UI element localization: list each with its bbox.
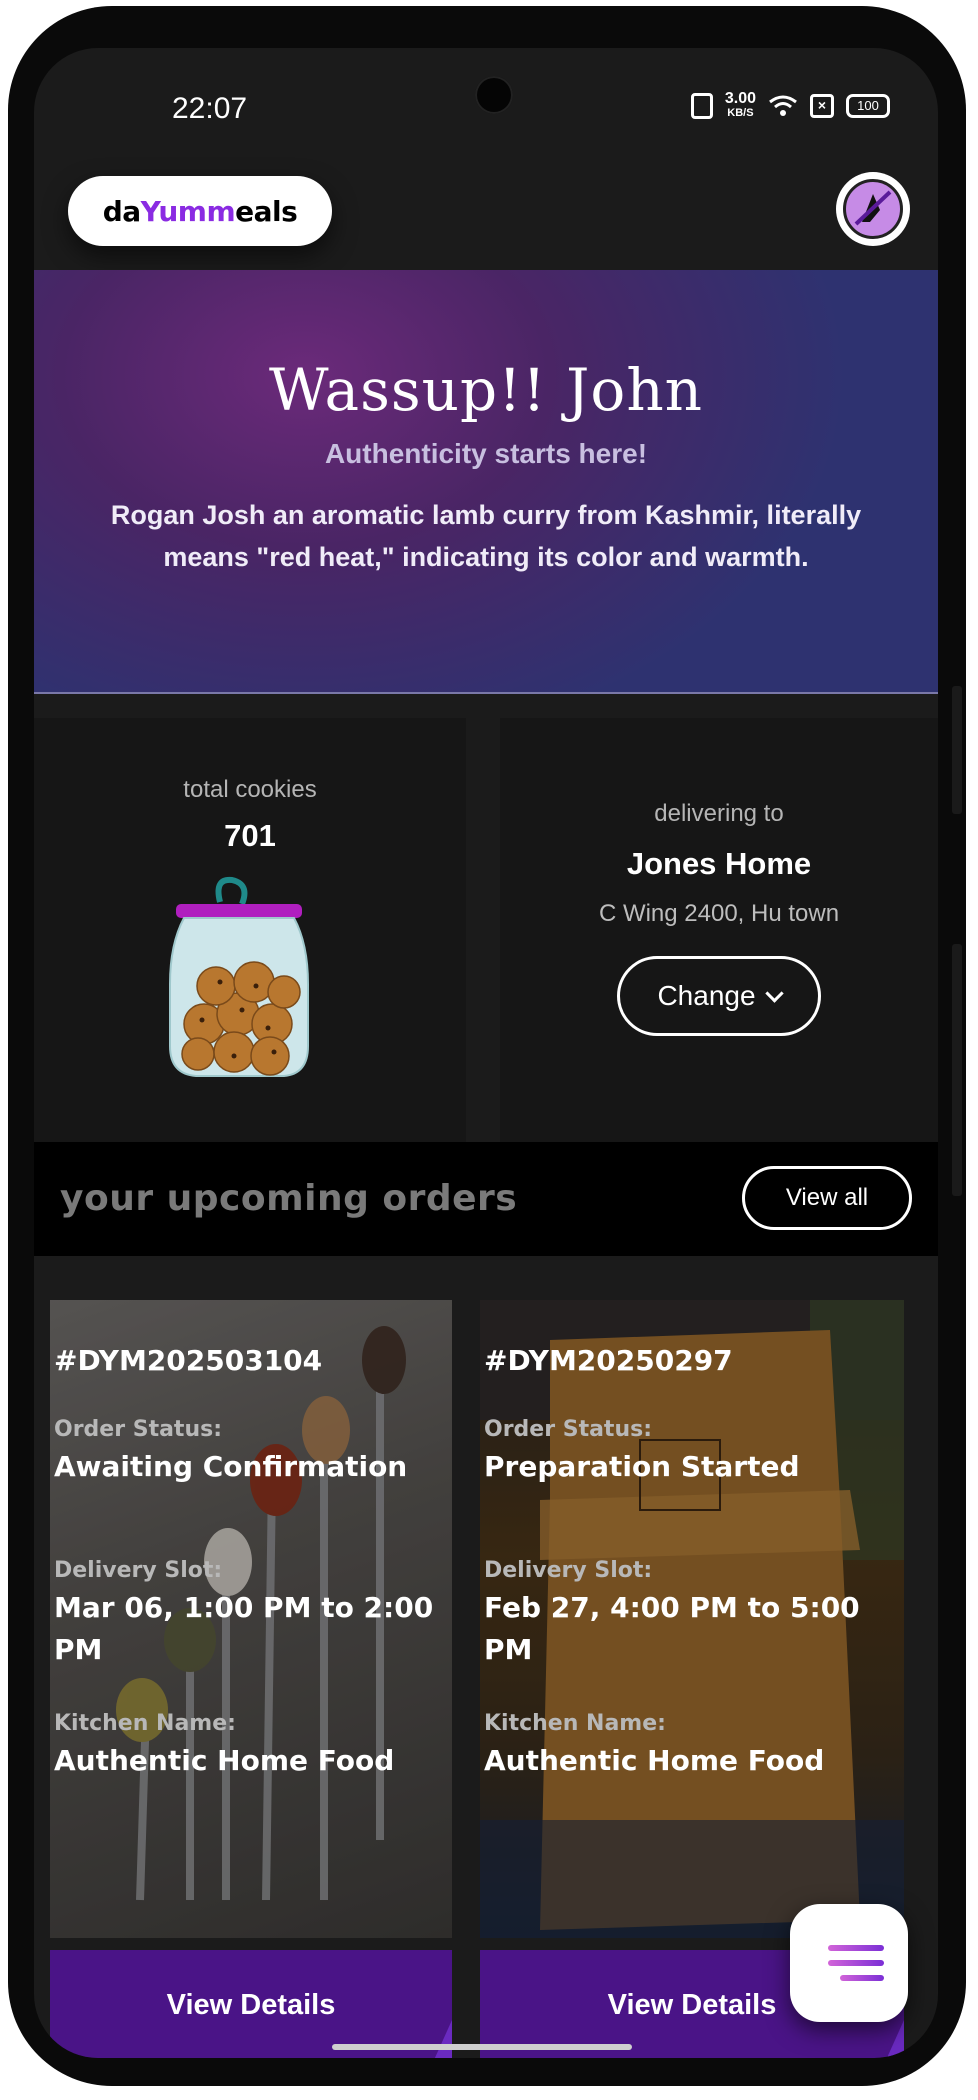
network-speed: 3.00 KB/S [724, 90, 756, 120]
kitchen-name-value: Authentic Home Food [54, 1744, 395, 1777]
menu-fab-button[interactable] [790, 1904, 908, 2022]
change-button-label: Change [657, 980, 756, 1011]
hamburger-menu-icon-line [828, 1960, 884, 1966]
app-logo[interactable]: da Yumm eals [68, 176, 332, 246]
status-bar: 22:07 3.00 KB/S × 100 [34, 48, 938, 148]
hamburger-menu-icon [828, 1945, 884, 1951]
profile-avatar-button[interactable] [836, 172, 910, 246]
order-details: #DYM20250297 Order Status: Preparation S… [484, 1344, 898, 1782]
cookies-count: 701 [224, 818, 276, 853]
app-screen: 22:07 3.00 KB/S × 100 da Yumm eals Wassu… [34, 48, 938, 2058]
hero-description: Rogan Josh an aromatic lamb curry from K… [110, 500, 862, 572]
change-address-button[interactable]: Change [617, 956, 821, 1036]
welcome-hero: Wassup!! John Authenticity starts here! … [34, 270, 938, 694]
view-all-button[interactable]: View all [742, 1166, 912, 1230]
order-status-value: Preparation Started [484, 1450, 800, 1483]
side-button-power [952, 686, 962, 814]
kitchen-name-label: Kitchen Name: [54, 1711, 236, 1736]
logo-text-yumm: Yumm [140, 194, 236, 228]
side-button-volume [952, 944, 962, 1196]
delivery-address: C Wing 2400, Hu town [598, 900, 840, 927]
view-details-label: View Details [166, 1989, 336, 2021]
order-status-label: Order Status: [484, 1417, 653, 1442]
greeting-title: Wassup!! John [268, 356, 704, 424]
network-speed-value: 3.00 [724, 90, 756, 107]
hero-tagline: Authenticity starts here! [324, 438, 648, 469]
home-indicator[interactable] [332, 2044, 632, 2050]
corner-accent [434, 2020, 452, 2058]
no-sim-icon: × [810, 94, 834, 118]
logo-text-eals: eals [235, 194, 298, 228]
chevron-down-icon [764, 983, 784, 1003]
view-details-label: View Details [607, 1989, 777, 2021]
network-speed-unit: KB/S [727, 107, 754, 119]
delivery-slot-value: Feb 27, 4:00 PM to 5:00 PM [484, 1591, 860, 1666]
battery-icon: 100 [846, 94, 890, 118]
kitchen-name-label: Kitchen Name: [484, 1711, 666, 1736]
corner-accent [886, 2020, 904, 2058]
upcoming-orders-header: your upcoming orders View all [34, 1142, 938, 1256]
order-id: #DYM20250297 [484, 1344, 733, 1377]
delivery-name: Jones Home [626, 846, 812, 881]
upcoming-orders-title: your upcoming orders [60, 1178, 518, 1219]
order-card[interactable]: #DYM202503104 Order Status: Awaiting Con… [50, 1300, 452, 2058]
order-details: #DYM202503104 Order Status: Awaiting Con… [54, 1344, 446, 1782]
delivery-slot-label: Delivery Slot: [54, 1558, 223, 1583]
delivery-slot-label: Delivery Slot: [484, 1558, 653, 1583]
vibrate-icon [690, 93, 713, 119]
logo-text-da: da [102, 194, 141, 228]
status-icons: 3.00 KB/S × 100 [690, 90, 890, 120]
order-status-value: Awaiting Confirmation [54, 1450, 408, 1483]
kitchen-name-value: Authentic Home Food [484, 1744, 825, 1777]
delivery-label: delivering to [654, 800, 784, 827]
view-details-button[interactable]: View Details [50, 1950, 452, 2058]
hamburger-menu-icon-line [840, 1975, 884, 1981]
phone-frame: 22:07 3.00 KB/S × 100 da Yumm eals Wassu… [8, 6, 966, 2086]
cookies-card: total cookies 701 [34, 718, 466, 1142]
delivery-slot-value: Mar 06, 1:00 PM to 2:00 PM [54, 1591, 434, 1666]
status-time: 22:07 [172, 92, 248, 125]
cookie-jar-icon [158, 874, 338, 1084]
delivery-card: delivering to Jones Home C Wing 2400, Hu… [500, 718, 938, 1142]
front-camera [475, 76, 513, 114]
profile-avatar-icon [843, 179, 903, 239]
order-id: #DYM202503104 [54, 1344, 323, 1377]
cookies-label: total cookies [183, 776, 317, 803]
wifi-icon [768, 94, 798, 118]
order-status-label: Order Status: [54, 1417, 223, 1442]
